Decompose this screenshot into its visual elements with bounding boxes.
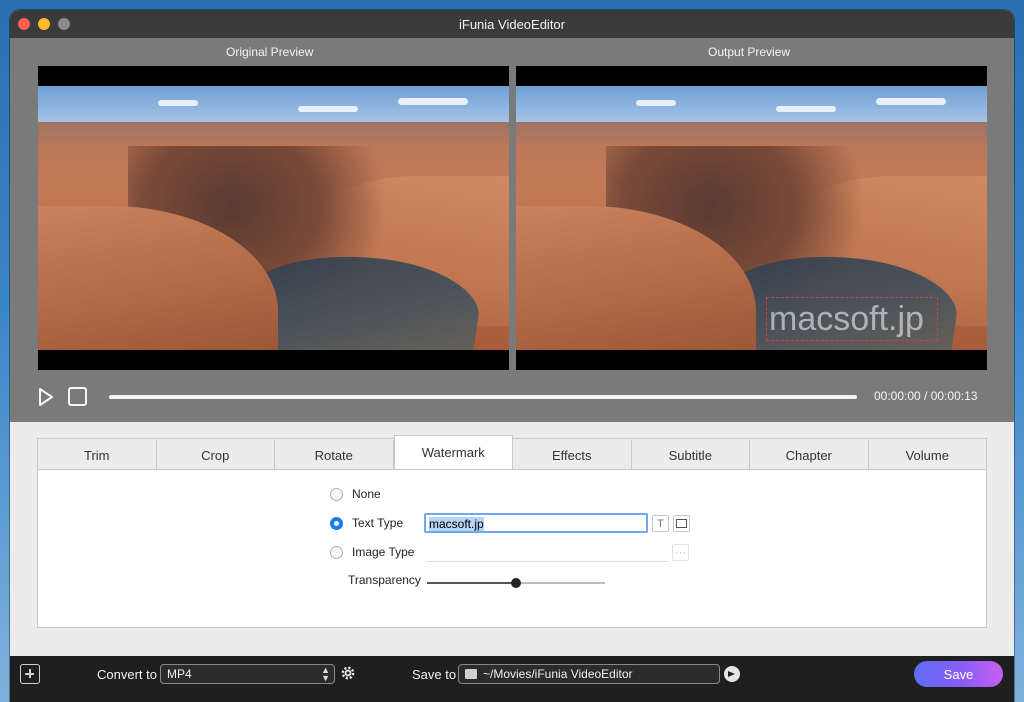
playback-controls: 00:00:00 / 00:00:13: [10, 384, 1014, 412]
tab-chapter[interactable]: Chapter: [750, 440, 869, 470]
none-radio[interactable]: [330, 487, 343, 501]
window-controls: [18, 18, 70, 30]
play-icon[interactable]: [37, 387, 55, 407]
output-preview-label: Output Preview: [708, 45, 791, 59]
image-path-input[interactable]: [426, 544, 668, 562]
preview-area: Original Preview Output Preview macsoft.…: [10, 38, 1014, 422]
transparency-row: Transparency: [348, 573, 421, 587]
save-to-label: Save to: [412, 667, 457, 682]
original-preview-label: Original Preview: [226, 45, 314, 59]
transparency-label: Transparency: [348, 573, 421, 587]
tab-trim[interactable]: Trim: [38, 440, 157, 470]
minimize-window-button[interactable]: [38, 18, 50, 30]
option-text-type[interactable]: Text Type: [330, 516, 403, 530]
watermark-panel: None Text Type macsoft.jp T Image Type ·…: [37, 469, 987, 628]
convert-to-label: Convert to: [97, 667, 157, 682]
text-type-radio[interactable]: [330, 516, 343, 530]
open-folder-arrow-icon[interactable]: [724, 666, 740, 682]
watermark-text-value: macsoft.jp: [429, 517, 484, 531]
text-format-icon: T: [657, 517, 664, 530]
option-image-type[interactable]: Image Type: [330, 545, 414, 559]
stop-button[interactable]: [68, 387, 87, 406]
ellipsis-icon: ···: [675, 546, 686, 559]
title-bar: iFunia VideoEditor: [10, 10, 1014, 38]
original-preview-video: [38, 66, 509, 370]
tab-crop[interactable]: Crop: [157, 440, 275, 470]
save-button[interactable]: Save: [914, 661, 1003, 687]
format-select[interactable]: MP4 ▲ ▼: [160, 664, 335, 684]
image-type-label: Image Type: [352, 545, 415, 559]
seek-bar[interactable]: [109, 395, 857, 399]
slider-knob[interactable]: [511, 578, 521, 588]
save-path-field[interactable]: ~/Movies/iFunia VideoEditor: [458, 664, 720, 684]
tab-effects[interactable]: Effects: [513, 440, 632, 470]
save-path-value: ~/Movies/iFunia VideoEditor: [483, 667, 633, 681]
add-file-button[interactable]: [20, 664, 40, 684]
gear-icon[interactable]: [340, 665, 356, 681]
none-label: None: [352, 487, 381, 501]
close-window-button[interactable]: [18, 18, 30, 30]
browse-image-button[interactable]: ···: [672, 544, 689, 561]
tab-volume[interactable]: Volume: [869, 440, 987, 470]
window-title: iFunia VideoEditor: [459, 16, 565, 32]
app-window: iFunia VideoEditor Original Preview Outp…: [10, 10, 1014, 702]
canyon-scene-image: [38, 86, 509, 350]
watermark-overlay[interactable]: macsoft.jp: [766, 297, 938, 341]
updown-chevron-icon: ▲ ▼: [321, 665, 330, 683]
folder-icon: [465, 669, 477, 679]
format-value: MP4: [167, 667, 192, 681]
tab-subtitle[interactable]: Subtitle: [632, 440, 750, 470]
slider-fill: [427, 582, 516, 584]
color-button[interactable]: [673, 515, 690, 532]
transparency-slider[interactable]: [427, 578, 605, 588]
watermark-text-input[interactable]: macsoft.jp: [424, 513, 648, 533]
square-icon: [676, 519, 687, 528]
tab-bar: Trim Crop Rotate Watermark Effects Subti…: [37, 435, 987, 470]
bottom-bar: Convert to MP4 ▲ ▼ Save to ~/Movies/iFuni…: [10, 656, 1014, 702]
time-display: 00:00:00 / 00:00:13: [874, 389, 978, 403]
editor-tabs: Trim Crop Rotate Watermark Effects Subti…: [37, 435, 987, 628]
font-button[interactable]: T: [652, 515, 669, 532]
option-none[interactable]: None: [330, 487, 381, 501]
tab-watermark[interactable]: Watermark: [393, 435, 513, 469]
zoom-window-button[interactable]: [58, 18, 70, 30]
output-preview-video: macsoft.jp: [516, 66, 987, 370]
image-type-radio[interactable]: [330, 545, 343, 559]
canyon-scene-image: macsoft.jp: [516, 86, 987, 350]
text-type-label: Text Type: [352, 516, 404, 530]
tab-rotate[interactable]: Rotate: [275, 440, 394, 470]
